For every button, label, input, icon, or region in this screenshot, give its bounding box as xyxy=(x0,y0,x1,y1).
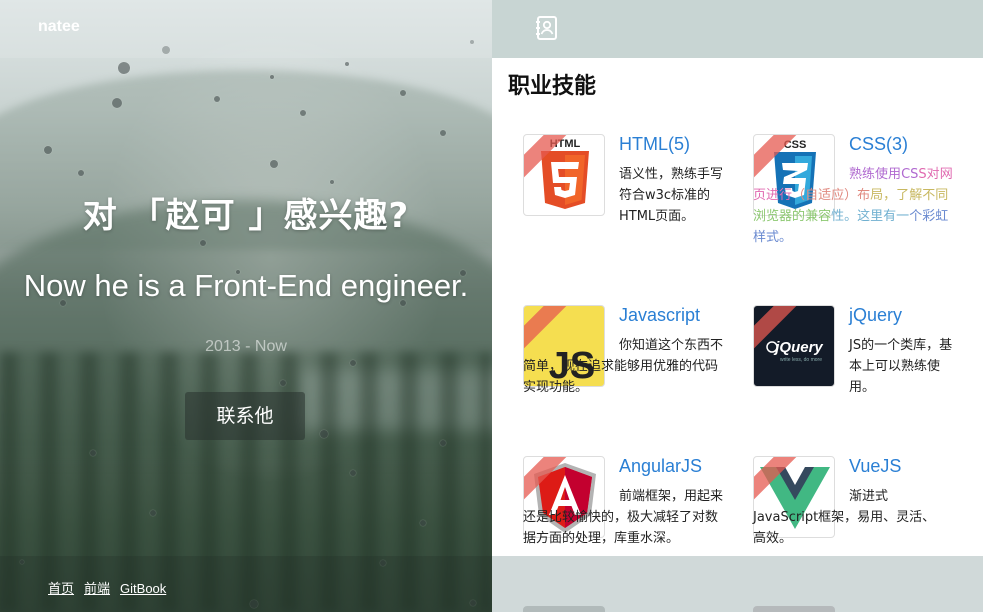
panel-header xyxy=(492,0,983,58)
section-title: 职业技能 xyxy=(508,74,597,99)
hero-title: 对 「赵可 」感兴趣? xyxy=(82,196,410,236)
skill-desc: 你知道这个东西不简单，现在追求能够用优雅的代码实现功能。 xyxy=(523,335,723,398)
jquery-logo-icon: jQuery write less, do more xyxy=(753,305,835,387)
raindrop xyxy=(90,450,96,456)
skill-title[interactable]: VueJS xyxy=(849,456,901,477)
raindrop xyxy=(118,62,130,74)
raindrop xyxy=(44,146,52,154)
skill-desc-text: 渐进式JavaScript框架，易用、灵活、高效。 xyxy=(753,489,936,546)
contact-book-icon[interactable] xyxy=(534,15,560,41)
brand-logo[interactable]: natee xyxy=(38,18,80,36)
skill-desc: JS的一个类库，基本上可以熟练使用。 xyxy=(849,338,953,395)
skill-desc-text: 前端框架，用起来还是比较愉快的，极大减轻了对数据方面的处理，库重水深。 xyxy=(523,489,724,546)
skill-title[interactable]: Javascript xyxy=(619,305,700,326)
raindrop xyxy=(200,240,206,246)
skill-title[interactable]: AngularJS xyxy=(619,456,702,477)
hero-section: natee 对 「赵可 」感兴趣? Now he is a Front-End … xyxy=(0,0,492,612)
footer-link-gitbook[interactable]: GitBook xyxy=(120,581,166,596)
raindrop xyxy=(350,360,356,366)
raindrop xyxy=(270,75,274,79)
skill-desc: 语义性，熟练手写符合w3c标准的HTML页面。 xyxy=(619,167,724,224)
raindrop xyxy=(280,380,286,386)
skill-title[interactable]: CSS(3) xyxy=(849,134,908,155)
raindrop xyxy=(214,96,220,102)
skill-desc: 熟练使用CSS对网页进行（自适应）布局，了解不同浏览器的兼容性。这里有一个彩虹样… xyxy=(753,164,953,248)
raindrop xyxy=(350,470,356,476)
raindrop xyxy=(420,520,426,526)
skill-title[interactable]: jQuery xyxy=(849,305,902,326)
raindrop xyxy=(345,62,349,66)
raindrop xyxy=(330,180,334,184)
hero-date: 2013 - Now xyxy=(205,338,287,355)
skill-desc-text: 你知道这个东西不简单，现在追求能够用优雅的代码实现功能。 xyxy=(523,338,724,395)
skill-desc: 前端框架，用起来还是比较愉快的，极大减轻了对数据方面的处理，库重水深。 xyxy=(523,486,723,549)
rainbow-text: 熟练使用CSS对网页进行（自适应）布局，了解不同浏览器的兼容性。这里有一个彩虹样… xyxy=(753,167,953,245)
svg-text:write less, do more: write less, do more xyxy=(780,357,822,363)
raindrop xyxy=(78,170,84,176)
footer-link-home[interactable]: 首页 xyxy=(48,581,74,596)
raindrop xyxy=(440,130,446,136)
bottom-overlay xyxy=(492,556,983,612)
raindrop xyxy=(400,90,406,96)
raindrop xyxy=(112,98,122,108)
raindrop xyxy=(320,430,328,438)
raindrop xyxy=(440,440,446,446)
raindrop xyxy=(270,160,278,168)
html5-logo-icon: HTML xyxy=(523,134,605,216)
skills-panel: 职业技能 HTML HTML(5) 语义性，熟练手写符合w3c标准的HTML页面… xyxy=(492,0,983,612)
skill-desc: 渐进式JavaScript框架，易用、灵活、高效。 xyxy=(753,486,938,549)
raindrop xyxy=(300,110,306,116)
skill-title[interactable]: HTML(5) xyxy=(619,134,690,155)
hero-subtitle: Now he is a Front-End engineer. xyxy=(23,268,469,303)
raindrop xyxy=(150,510,156,516)
footer-links: 首页 前端 GitBook xyxy=(48,578,176,597)
svg-text:jQuery: jQuery xyxy=(773,339,823,356)
footer-link-frontend[interactable]: 前端 xyxy=(84,581,110,596)
contact-button[interactable]: 联系他 xyxy=(185,392,305,440)
